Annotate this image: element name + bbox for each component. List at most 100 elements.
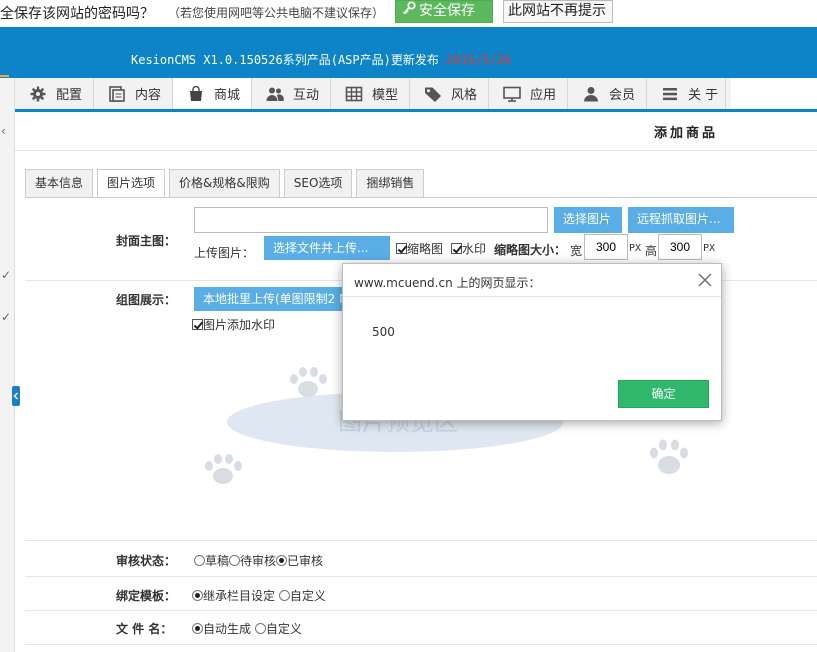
upload-image-label: 上传图片： [194,246,255,260]
users-icon [266,86,284,102]
chevron-left-icon[interactable]: ‹ [1,124,6,138]
radio-label: 自定义 [265,622,302,636]
row-divider [25,576,817,577]
choose-file-upload-button[interactable]: 选择文件并上传... [264,236,390,260]
gallery-watermark-label: 图片添加水印 [203,318,276,332]
tab-image-options[interactable]: 图片选项 [97,169,166,198]
page-title: 添加商品 [654,126,719,141]
tag-icon [424,86,442,102]
review-draft-radio[interactable] [194,555,205,566]
tab-basic-info[interactable]: 基本信息 [25,169,94,197]
radio-label: 自动生成 [203,622,252,636]
thumbnail-checkbox[interactable] [396,243,407,254]
nav-tab-content[interactable]: 内容 [94,78,173,109]
px-unit: PX [629,243,642,254]
px-unit: PX [703,243,716,254]
thumbnail-label: 缩略图 [407,242,444,256]
nav-tab-label: 配置 [56,88,83,103]
news-date: 2015/5/26 [446,53,512,67]
close-icon[interactable] [698,269,712,292]
gallery-label: 组图展示： [116,293,177,307]
nav-tab-label: 应用 [530,88,557,103]
tab-bundle[interactable]: 捆绑销售 [356,169,425,197]
password-save-bar: 全保存该网站的密码吗？ （若您使用网吧等公共电脑不建议保存） 安全保存 此网站不… [0,0,817,27]
nav-tab-label: 模型 [372,88,399,103]
thumbnail-option[interactable]: 缩略图 [396,240,443,257]
cover-image-label: 封面主图： [116,234,177,248]
review-status-label: 审核状态： [116,554,177,568]
check-mark-icon: ✓ [1,268,12,282]
watermark-checkbox[interactable] [451,243,462,254]
nav-tab-model[interactable]: 模型 [331,78,410,109]
row-divider [25,540,817,541]
radio-label: 待审核 [240,554,277,568]
nav-tab-about[interactable]: 关 于 [647,78,726,109]
check-mark-icon: ✓ [1,310,12,324]
menu-icon [661,86,679,102]
filename-auto-radio[interactable] [192,623,203,634]
filename-options: 自动生成 自定义 [192,620,302,637]
password-save-question: 全保存该网站的密码吗？ [0,6,154,22]
select-image-button[interactable]: 选择图片 [554,207,622,233]
radio-label: 继承栏目设定 [203,589,276,603]
nav-tab-config[interactable]: 配置 [15,78,94,109]
dialog-title: www.mcuend.cn 上的网页显示： [354,276,541,290]
paw-print-icon [200,452,246,491]
bind-template-label: 绑定模板： [116,589,177,603]
filename-custom-radio[interactable] [254,623,266,634]
remote-fetch-button[interactable]: 远程抓取图片... [628,207,734,233]
secure-save-button[interactable]: 安全保存 [395,0,493,23]
never-for-site-button[interactable]: 此网站不再提示 [503,0,613,23]
review-approved-radio[interactable] [276,555,288,566]
gallery-watermark-option[interactable]: 图片添加水印 [192,316,275,333]
nav-tab-interact[interactable]: 互动 [252,78,331,109]
watermark-option[interactable]: 水印 [451,240,486,257]
review-pending-radio[interactable] [229,555,241,566]
radio-label: 自定义 [289,589,326,603]
tab-price-spec[interactable]: 价格&规格&限购 [169,169,280,197]
nav-tab-label: 风格 [451,88,478,103]
secure-save-label: 安全保存 [419,3,475,19]
tab-seo[interactable]: SEO选项 [283,169,353,197]
batch-upload-button[interactable]: 本地批里上传(单图限制2 MB) [194,287,346,311]
watermark-label: 水印 [462,242,487,256]
nav-tab-label: 内容 [135,88,162,103]
radio-label: 草稿 [205,554,230,568]
template-inherit-radio[interactable] [192,590,203,601]
shopping-bag-icon [187,85,205,102]
alert-dialog: www.mcuend.cn 上的网页显示： 500 确定 [342,263,722,421]
document-icon [108,85,126,102]
monitor-icon [503,86,521,102]
title-divider [15,150,817,151]
radio-label: 已审核 [287,554,324,568]
gear-icon [29,86,47,102]
left-sidebar-collapsed: ‹ ✓ ✓ [0,78,15,652]
file-name-label: 文 件 名： [116,622,173,636]
nav-tab-apps[interactable]: 应用 [489,78,568,109]
thumb-height-input[interactable] [658,234,702,260]
nav-tab-label: 关 于 [688,88,719,103]
cover-image-input[interactable] [194,207,548,233]
review-status-options: 草稿 待审核 已审核 [194,552,323,569]
dialog-divider [343,296,721,297]
thumb-width-input[interactable] [584,234,628,260]
template-options: 继承栏目设定 自定义 [192,587,326,604]
gallery-watermark-checkbox[interactable] [192,319,203,330]
template-custom-radio[interactable] [278,590,290,601]
grid-icon [345,86,363,102]
paw-print-icon [285,365,331,404]
header-banner: KesionCMS X1.0.150526系列产品(ASP产品)更新发布 201… [0,27,817,78]
sidebar-toggle-handle[interactable] [12,386,20,406]
nav-underline [15,109,817,112]
nav-tab-style[interactable]: 风格 [410,78,489,109]
row-divider [25,610,817,611]
nav-tab-shop[interactable]: 商城 [173,78,252,109]
header-accent [0,75,9,77]
nav-tab-members[interactable]: 会员 [568,78,647,109]
news-ticker[interactable]: KesionCMS X1.0.150526系列产品(ASP产品)更新发布 201… [131,51,511,68]
main-nav: 配置 内容 商城 互动 模型 风格 应用 会员 关 于 [15,78,731,109]
height-label: 高 [645,244,658,258]
paw-print-icon [646,438,692,481]
dialog-ok-button[interactable]: 确定 [618,380,709,408]
thumb-size-label: 缩略图大小： [494,243,567,257]
